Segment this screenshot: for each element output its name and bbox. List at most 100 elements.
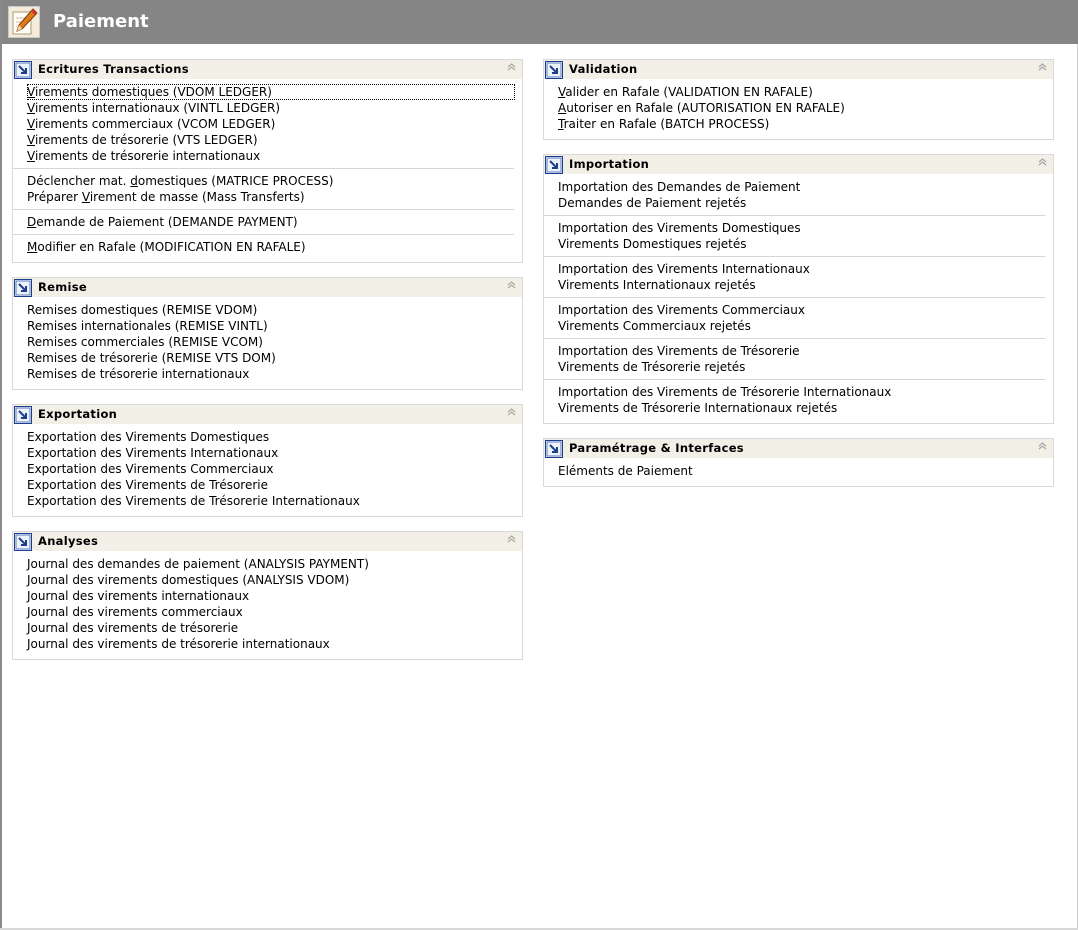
panel-header[interactable]: Ecritures Transactions (13, 60, 522, 80)
menu-link[interactable]: Virements Domestiques rejetés (558, 236, 1045, 252)
shortcut-arrow-icon[interactable] (14, 61, 32, 79)
panel-analyses: Analyses Journal des demandes de paiement… (12, 531, 523, 660)
menu-link[interactable]: Demandes de Paiement rejetés (558, 195, 1045, 211)
double-chevron-up-icon[interactable] (506, 63, 516, 73)
link-text: Journal des demandes de paiement (ANALYS… (27, 557, 369, 571)
menu-link[interactable]: Modifier en Rafale (MODIFICATION EN RAFA… (27, 239, 514, 255)
menu-link[interactable]: Exportation des Virements Domestiques (27, 429, 514, 445)
menu-link[interactable]: Remises internationales (REMISE VINTL) (27, 318, 514, 334)
menu-link[interactable]: Remises domestiques (REMISE VDOM) (27, 302, 514, 318)
access-key-letter: D (27, 215, 37, 229)
link-text: utoriser en Rafale (AUTORISATION EN RAFA… (566, 101, 845, 115)
menu-link[interactable]: Virements Commerciaux rejetés (558, 318, 1045, 334)
menu-link[interactable]: Importation des Virements Internationaux (558, 261, 1045, 277)
menu-group: Importation des Virements Internationaux… (544, 261, 1045, 298)
link-text: omestiques (MATRICE PROCESS) (137, 174, 334, 188)
shortcut-arrow-icon[interactable] (545, 156, 563, 174)
menu-link[interactable]: Importation des Virements Domestiques (558, 220, 1045, 236)
shortcut-arrow-icon[interactable] (545, 61, 563, 79)
menu-link[interactable]: Importation des Demandes de Paiement (558, 179, 1045, 195)
menu-group: Journal des demandes de paiement (ANALYS… (13, 556, 514, 652)
link-text: Exportation des Virements Domestiques (27, 430, 270, 444)
double-chevron-up-icon[interactable] (506, 281, 516, 291)
menu-link[interactable]: Importation des Virements Commerciaux (558, 302, 1045, 318)
panel-body: Journal des demandes de paiement (ANALYS… (13, 552, 522, 659)
link-text: Journal des virements internationaux (27, 589, 250, 603)
left-column: Ecritures Transactions Virements domestiq… (12, 59, 523, 674)
menu-link[interactable]: Virements de Trésorerie rejetés (558, 359, 1045, 375)
link-text: Virements Commerciaux rejetés (558, 319, 751, 333)
panel-title: Ecritures Transactions (38, 62, 189, 76)
access-key-letter: V (27, 101, 35, 115)
panel-header[interactable]: Remise (13, 278, 522, 298)
menu-link[interactable]: Exportation des Virements de Trésorerie … (27, 493, 514, 509)
link-text: Exportation des Virements de Trésorerie (27, 478, 269, 492)
menu-link[interactable]: Virements Internationaux rejetés (558, 277, 1045, 293)
menu-group: Virements domestiques (VDOM LEDGER) Virem… (13, 84, 515, 169)
panel-header[interactable]: Analyses (13, 532, 522, 552)
access-key-letter: A (558, 101, 567, 115)
menu-link[interactable]: Autoriser en Rafale (AUTORISATION EN RAF… (558, 100, 1045, 116)
shortcut-arrow-icon[interactable] (14, 533, 32, 551)
menu-link[interactable]: Remises commerciales (REMISE VCOM) (27, 334, 514, 350)
page-title: Paiement (53, 11, 149, 32)
link-text: Journal des virements de trésorerie inte… (27, 637, 330, 651)
panel-importation: Importation Importation des Demandes de P… (543, 154, 1054, 424)
menu-link[interactable]: Exportation des Virements Internationaux (27, 445, 514, 461)
menu-link[interactable]: Remises de trésorerie (REMISE VTS DOM) (27, 350, 514, 366)
shortcut-arrow-icon[interactable] (14, 406, 32, 424)
link-text: Exportation des Virements Internationaux (27, 446, 279, 460)
menu-link[interactable]: Importation des Virements de Trésorerie … (558, 384, 1045, 400)
panel-header[interactable]: Exportation (13, 405, 522, 425)
panel-body: Eléments de Paiement (544, 459, 1053, 486)
double-chevron-up-icon[interactable] (506, 408, 516, 418)
menu-group: Importation des Virements de Trésorerie … (544, 384, 1045, 416)
menu-link[interactable]: Journal des virements commerciaux (27, 604, 514, 620)
right-column: Validation Valider en Rafale (VALIDATION … (543, 59, 1054, 501)
menu-link[interactable]: Eléments de Paiement (558, 463, 1045, 479)
menu-link[interactable]: Journal des demandes de paiement (ANALYS… (27, 556, 514, 572)
panel-title: Remise (38, 280, 88, 294)
link-text: Remises domestiques (REMISE VDOM) (27, 303, 258, 317)
panel-validation: Validation Valider en Rafale (VALIDATION … (543, 59, 1054, 140)
menu-link[interactable]: Journal des virements internationaux (27, 588, 514, 604)
panel-header[interactable]: Importation (544, 155, 1053, 175)
link-text: Exportation des Virements de Trésorerie … (27, 494, 360, 508)
panel-parametrage-interfaces: Paramétrage & Interfaces Eléments de Paie… (543, 438, 1054, 487)
menu-group: Remises domestiques (REMISE VDOM) Remises… (13, 302, 514, 382)
shortcut-arrow-icon[interactable] (14, 279, 32, 297)
menu-link[interactable]: Journal des virements de trésorerie (27, 620, 514, 636)
menu-link[interactable]: Préparer Virement de masse (Mass Transfe… (27, 189, 514, 205)
shortcut-arrow-icon[interactable] (545, 440, 563, 458)
menu-link[interactable]: Virements de Trésorerie Internationaux r… (558, 400, 1045, 416)
menu-link[interactable]: Virements domestiques (VDOM LEDGER) (27, 84, 515, 100)
menu-link[interactable]: Virements internationaux (VINTL LEDGER) (27, 100, 514, 116)
panel-header[interactable]: Paramétrage & Interfaces (544, 439, 1053, 459)
panel-title: Importation (569, 157, 650, 171)
menu-link[interactable]: Demande de Paiement (DEMANDE PAYMENT) (27, 214, 514, 230)
menu-link[interactable]: Virements de trésorerie (VTS LEDGER) (27, 132, 514, 148)
panel-ecritures-transactions: Ecritures Transactions Virements domestiq… (12, 59, 523, 263)
menu-link[interactable]: Valider en Rafale (VALIDATION EN RAFALE) (558, 84, 1045, 100)
link-text: Remises internationales (REMISE VINTL) (27, 319, 268, 333)
menu-link[interactable]: Remises de trésorerie internationaux (27, 366, 514, 382)
menu-link[interactable]: Importation des Virements de Trésorerie (558, 343, 1045, 359)
menu-link[interactable]: Exportation des Virements Commerciaux (27, 461, 514, 477)
menu-link[interactable]: Traiter en Rafale (BATCH PROCESS) (558, 116, 1045, 132)
menu-link[interactable]: Exportation des Virements de Trésorerie (27, 477, 514, 493)
access-key-letter: V (27, 85, 35, 99)
link-text: Virements de Trésorerie Internationaux r… (558, 401, 838, 415)
link-text: irements internationaux (VINTL LEDGER) (34, 101, 281, 115)
double-chevron-up-icon[interactable] (1037, 442, 1047, 452)
panel-header[interactable]: Validation (544, 60, 1053, 80)
panel-title: Exportation (38, 407, 118, 421)
double-chevron-up-icon[interactable] (1037, 63, 1047, 73)
menu-link[interactable]: Journal des virements domestiques (ANALY… (27, 572, 514, 588)
menu-link[interactable]: Virements de trésorerie internationaux (27, 148, 514, 164)
double-chevron-up-icon[interactable] (506, 535, 516, 545)
menu-link[interactable]: Déclencher mat. domestiques (MATRICE PRO… (27, 173, 514, 189)
menu-link[interactable]: Virements commerciaux (VCOM LEDGER) (27, 116, 514, 132)
double-chevron-up-icon[interactable] (1037, 158, 1047, 168)
link-text: Importation des Demandes de Paiement (558, 180, 801, 194)
menu-link[interactable]: Journal des virements de trésorerie inte… (27, 636, 514, 652)
